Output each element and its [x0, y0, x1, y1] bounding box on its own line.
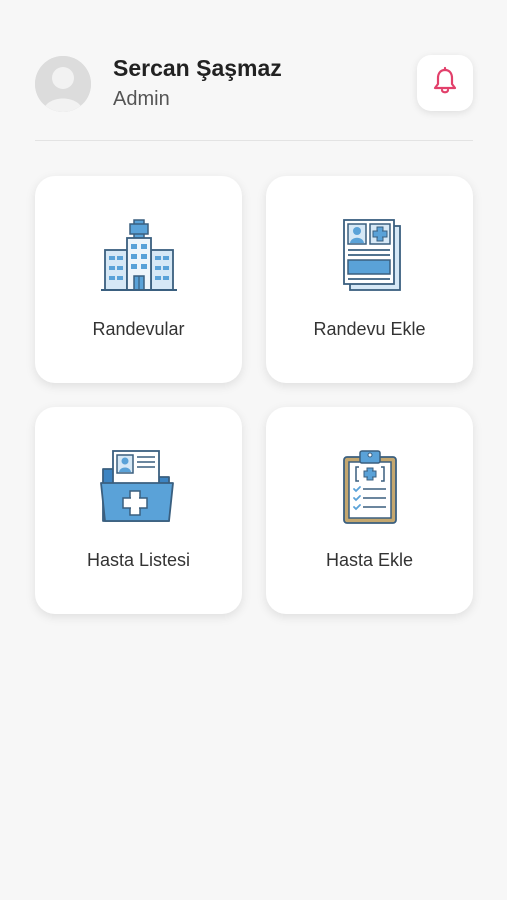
card-label-hasta-listesi: Hasta Listesi [86, 550, 191, 570]
clipboard-icon [266, 447, 473, 527]
card-randevu-ekle[interactable]: Randevu Ekle [266, 176, 473, 383]
bell-icon [430, 66, 460, 101]
card-hasta-ekle[interactable]: Hasta Ekle [266, 407, 473, 614]
notification-button[interactable] [417, 55, 473, 111]
hospital-icon [35, 216, 242, 296]
card-label-hasta-ekle: Hasta Ekle [325, 550, 414, 570]
card-label-randevu-ekle: Randevu Ekle [313, 319, 426, 339]
medical-record-icon [266, 216, 473, 296]
user-role: Admin [113, 88, 170, 110]
user-avatar-icon[interactable] [35, 56, 91, 112]
patient-folder-icon [35, 447, 242, 527]
header-divider [35, 140, 473, 141]
user-name: Sercan Şaşmaz [113, 55, 282, 81]
header: Sercan Şaşmaz Admin [0, 0, 507, 140]
card-randevular[interactable]: Randevular [35, 176, 242, 383]
card-label-randevular: Randevular [92, 319, 185, 339]
card-hasta-listesi[interactable]: Hasta Listesi [35, 407, 242, 614]
